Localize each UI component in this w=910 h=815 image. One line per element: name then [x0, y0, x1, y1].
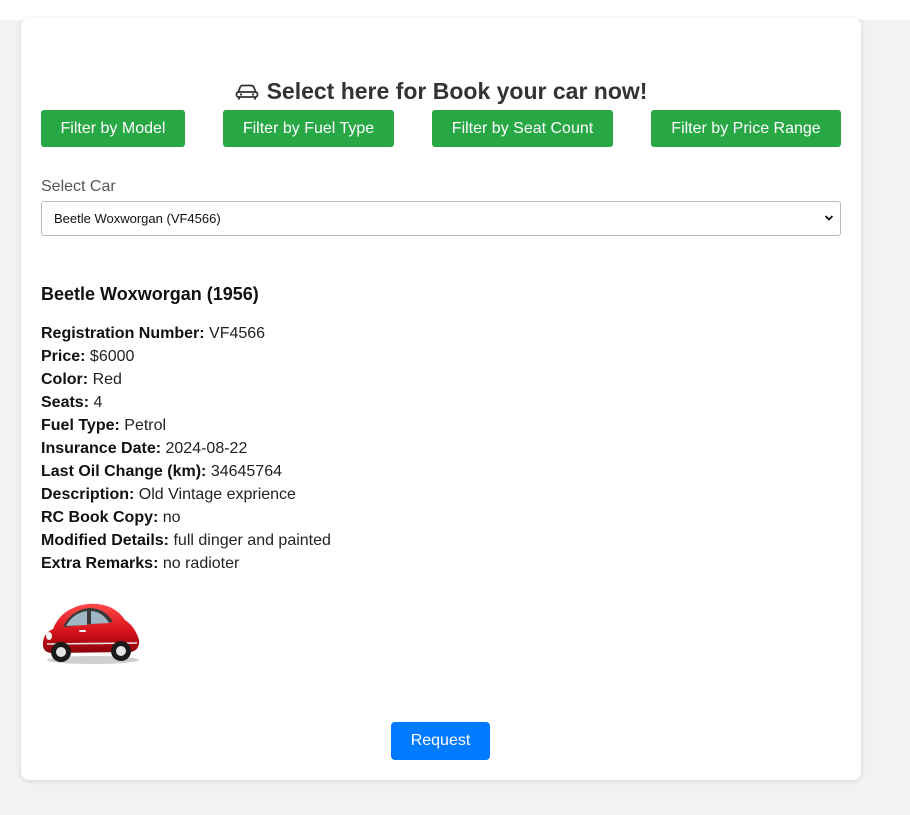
- detail-registration-number: Registration Number: VF4566: [41, 322, 331, 345]
- detail-label: Insurance Date:: [41, 440, 162, 457]
- car-details: Registration Number: VF4566 Price: $6000…: [41, 322, 331, 575]
- detail-value: Petrol: [124, 417, 167, 434]
- top-bar: [0, 0, 910, 20]
- detail-price: Price: $6000: [41, 345, 331, 368]
- detail-label: Registration Number:: [41, 325, 205, 342]
- detail-value: 34645764: [210, 463, 282, 480]
- detail-insurance-date: Insurance Date: 2024-08-22: [41, 437, 331, 460]
- detail-label: Color:: [41, 371, 89, 388]
- detail-label: Seats:: [41, 394, 90, 411]
- select-car-label: Select Car: [41, 178, 116, 195]
- car-image: [39, 596, 143, 666]
- detail-fuel-type: Fuel Type: Petrol: [41, 414, 331, 437]
- detail-label: Modified Details:: [41, 532, 170, 549]
- car-icon: [235, 84, 259, 100]
- detail-label: RC Book Copy:: [41, 509, 159, 526]
- filter-by-fuel-type-button[interactable]: Filter by Fuel Type: [223, 110, 394, 147]
- detail-value: 2024-08-22: [165, 440, 248, 457]
- filter-by-seat-count-button[interactable]: Filter by Seat Count: [432, 110, 613, 147]
- detail-value: no radioter: [162, 555, 240, 572]
- detail-label: Description:: [41, 486, 135, 503]
- detail-value: VF4566: [209, 325, 266, 342]
- filter-bar: Filter by Model Filter by Fuel Type Filt…: [41, 110, 841, 147]
- detail-label: Price:: [41, 348, 86, 365]
- detail-value: 4: [93, 394, 103, 411]
- detail-label: Last Oil Change (km):: [41, 463, 207, 480]
- car-select-dropdown[interactable]: Beetle Woxworgan (VF4566): [41, 201, 841, 236]
- detail-value: Red: [92, 371, 122, 388]
- detail-seats: Seats: 4: [41, 391, 331, 414]
- detail-description: Description: Old Vintage exprience: [41, 483, 331, 506]
- request-button[interactable]: Request: [391, 722, 490, 760]
- detail-last-oil-change: Last Oil Change (km): 34645764: [41, 460, 331, 483]
- detail-value: $6000: [89, 348, 135, 365]
- detail-extra-remarks: Extra Remarks: no radioter: [41, 552, 331, 575]
- detail-label: Fuel Type:: [41, 417, 120, 434]
- car-heading: Beetle Woxworgan (1956): [41, 284, 259, 304]
- booking-card: Select here for Book your car now! Filte…: [21, 18, 861, 780]
- detail-value: Old Vintage exprience: [138, 486, 296, 503]
- filter-by-price-range-button[interactable]: Filter by Price Range: [651, 110, 841, 147]
- chevron-down-icon: [824, 212, 834, 227]
- page-title-text: Select here for Book your car now!: [266, 78, 648, 104]
- detail-label: Extra Remarks:: [41, 555, 159, 572]
- detail-value: no: [162, 509, 181, 526]
- detail-value: full dinger and painted: [173, 532, 331, 549]
- page-title: Select here for Book your car now!: [21, 78, 861, 105]
- detail-modified-details: Modified Details: full dinger and painte…: [41, 529, 331, 552]
- detail-color: Color: Red: [41, 368, 331, 391]
- filter-by-model-button[interactable]: Filter by Model: [41, 110, 185, 147]
- detail-rc-book-copy: RC Book Copy: no: [41, 506, 331, 529]
- car-select-value: Beetle Woxworgan (VF4566): [54, 211, 221, 226]
